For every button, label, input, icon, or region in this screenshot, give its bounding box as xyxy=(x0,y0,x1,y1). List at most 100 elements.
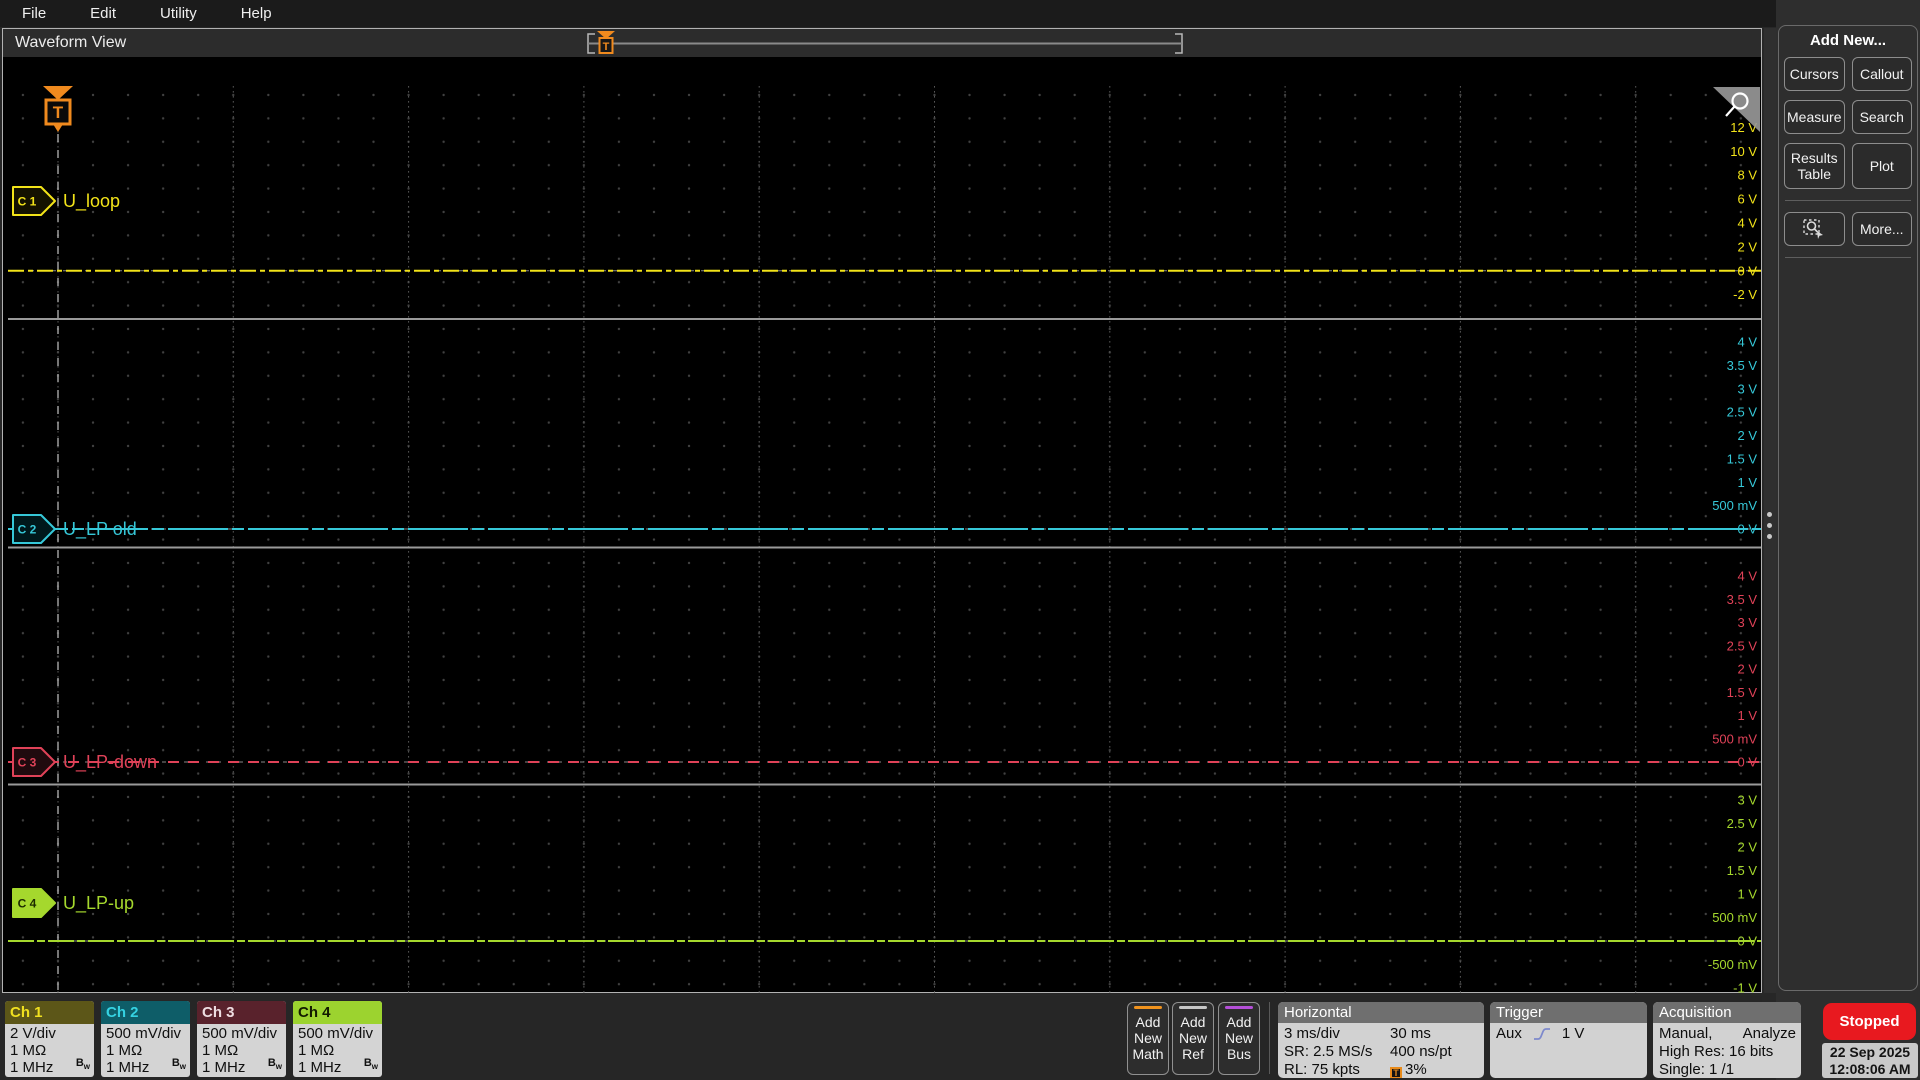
scale-label: 1.5 V xyxy=(1727,451,1758,466)
channel-label-c1[interactable]: U_loop xyxy=(63,191,120,212)
ch2-badge-header: Ch 2 xyxy=(101,1001,190,1024)
scale-label: 6 V xyxy=(1737,192,1757,207)
scale-label: 2 V xyxy=(1737,840,1757,855)
scale-label: 1.5 V xyxy=(1727,685,1758,700)
results-table-button[interactable]: Results Table xyxy=(1784,143,1845,189)
ch3-badge[interactable]: Ch 3 500 mV/div 1 MΩ 1 MHz Bw xyxy=(197,1001,286,1077)
rising-edge-icon xyxy=(1533,1028,1550,1040)
scale-label: 10 V xyxy=(1730,144,1757,159)
waveform-plot[interactable]: 12 V10 V8 V6 V4 V2 V0 V-2 VC 1 U_loop4 V3… xyxy=(8,86,1761,1020)
time-text: 12:08:06 AM xyxy=(1829,1061,1911,1077)
measure-button[interactable]: Measure xyxy=(1784,100,1845,134)
scale-label: 2.5 V xyxy=(1727,405,1758,420)
trigger-position-handle-icon[interactable]: T xyxy=(597,31,615,54)
scale-label: 3 V xyxy=(1737,381,1757,396)
svg-text:T: T xyxy=(53,103,64,122)
date-text: 22 Sep 2025 xyxy=(1829,1044,1911,1060)
more-button[interactable]: More... xyxy=(1851,212,1912,246)
horizontal-panel-title: Horizontal xyxy=(1278,1002,1484,1023)
menu-edit[interactable]: Edit xyxy=(90,5,116,22)
scale-label: 2.5 V xyxy=(1727,638,1758,653)
add-new-ref-button[interactable]: Add New Ref xyxy=(1172,1002,1214,1075)
ch3-badge-header: Ch 3 xyxy=(197,1001,286,1024)
acquisition-panel[interactable]: Acquisition Manual, Analyze High Res: 16 … xyxy=(1653,1002,1801,1078)
trigger-panel[interactable]: Trigger Aux 1 V xyxy=(1490,1002,1647,1078)
channel-label-c2[interactable]: U_LP old xyxy=(63,519,137,540)
scale-label: 2 V xyxy=(1737,428,1757,443)
scale-label: 2.5 V xyxy=(1727,816,1758,831)
scale-label: 2 V xyxy=(1737,662,1757,677)
splitter-handle-icon[interactable] xyxy=(1767,506,1772,545)
scale-label: 3 V xyxy=(1737,615,1757,630)
ch2-badge[interactable]: Ch 2 500 mV/div 1 MΩ 1 MHz Bw xyxy=(101,1001,190,1077)
waveform-view-panel: Waveform View T 12 V 10 V8 V6 V4 V2 V0 V-… xyxy=(2,28,1762,1019)
scale-label: 4 V xyxy=(1737,216,1757,231)
callout-button[interactable]: Callout xyxy=(1851,57,1912,91)
panel-splitter[interactable] xyxy=(1764,28,1776,993)
scale-label: 1 V xyxy=(1737,475,1757,490)
svg-text:C 3: C 3 xyxy=(18,756,37,770)
scale-label: 2 V xyxy=(1737,239,1757,254)
channel-label-c3[interactable]: U_LP-down xyxy=(63,752,157,773)
scale-label: 0 V xyxy=(1737,263,1757,278)
scale-label: -1 V xyxy=(1733,981,1757,996)
scale-label: 3.5 V xyxy=(1727,592,1758,607)
right-sidebar: Add New... Cursors Callout Measure Searc… xyxy=(1776,0,1920,1080)
menu-utility[interactable]: Utility xyxy=(160,5,197,22)
bus-accent xyxy=(1225,1006,1253,1009)
status-bar: Ch 1 2 V/div 1 MΩ 1 MHz Bw Ch 2 500 mV/d… xyxy=(0,996,1801,1080)
search-button[interactable]: Search xyxy=(1851,100,1912,134)
horizontal-position-indicator[interactable]: T xyxy=(585,31,1185,57)
acquisition-panel-title: Acquisition xyxy=(1653,1002,1801,1023)
zoom-select-icon xyxy=(1803,219,1824,239)
bandwidth-limit-icon: Bw xyxy=(171,1056,186,1071)
scale-label: 0 V xyxy=(1737,522,1757,537)
scale-label: 4 V xyxy=(1737,335,1757,350)
scale-label: 4 V xyxy=(1737,569,1757,584)
bandwidth-limit-icon: Bw xyxy=(267,1056,282,1071)
add-new-title: Add New... xyxy=(1809,32,1887,49)
svg-text:C 4: C 4 xyxy=(18,897,37,911)
scope-window: File Edit Utility Help Tektronix Wavefor… xyxy=(0,0,1920,1080)
ch3-badge-body: 500 mV/div 1 MΩ 1 MHz Bw xyxy=(202,1025,282,1076)
grid-dots xyxy=(8,86,1761,991)
scale-label: 500 mV xyxy=(1712,910,1757,925)
svg-text:T: T xyxy=(603,41,610,53)
trigger-panel-title: Trigger xyxy=(1490,1002,1647,1023)
scale-label: 3 V xyxy=(1737,793,1757,808)
scale-label: 1.5 V xyxy=(1727,863,1758,878)
scale-label: 3.5 V xyxy=(1727,358,1758,373)
cursors-button[interactable]: Cursors xyxy=(1784,57,1845,91)
plot-button[interactable]: Plot xyxy=(1851,143,1912,189)
trigger-t-icon: T xyxy=(1390,1067,1402,1078)
menu-file[interactable]: File xyxy=(22,5,46,22)
scale-label: 8 V xyxy=(1737,168,1757,183)
ch2-badge-body: 500 mV/div 1 MΩ 1 MHz Bw xyxy=(106,1025,186,1076)
svg-text:C 1: C 1 xyxy=(18,195,37,209)
ch1-badge-header: Ch 1 xyxy=(5,1001,94,1024)
bandwidth-limit-icon: Bw xyxy=(363,1056,378,1071)
divider xyxy=(1269,1002,1270,1074)
add-new-math-button[interactable]: Add New Math xyxy=(1127,1002,1169,1075)
run-state-badge[interactable]: Stopped xyxy=(1823,1003,1916,1040)
math-accent xyxy=(1134,1006,1162,1009)
scale-label: 1 V xyxy=(1737,887,1757,902)
menu-bar: File Edit Utility Help xyxy=(0,0,1920,27)
ch4-badge-body: 500 mV/div 1 MΩ 1 MHz Bw xyxy=(298,1025,378,1076)
add-new-group: Add New... Cursors Callout Measure Searc… xyxy=(1778,25,1918,991)
ref-accent xyxy=(1179,1006,1207,1009)
svg-text:C 2: C 2 xyxy=(18,523,37,537)
add-new-bus-button[interactable]: Add New Bus xyxy=(1218,1002,1260,1075)
ch1-badge-body: 2 V/div 1 MΩ 1 MHz Bw xyxy=(10,1025,90,1076)
scale-label: 0 V xyxy=(1737,755,1757,770)
menu-help[interactable]: Help xyxy=(241,5,272,22)
scale-label: 1 V xyxy=(1737,708,1757,723)
datetime-badge[interactable]: 22 Sep 2025 12:08:06 AM xyxy=(1822,1043,1918,1078)
bandwidth-limit-icon: Bw xyxy=(75,1056,90,1071)
channel-label-c4[interactable]: U_LP-up xyxy=(63,893,134,914)
scale-label: 500 mV xyxy=(1712,498,1757,513)
ch4-badge[interactable]: Ch 4 500 mV/div 1 MΩ 1 MHz Bw xyxy=(293,1001,382,1077)
ch1-badge[interactable]: Ch 1 2 V/div 1 MΩ 1 MHz Bw xyxy=(5,1001,94,1077)
horizontal-panel[interactable]: Horizontal 3 ms/div 30 ms SR: 2.5 MS/s 400… xyxy=(1278,1002,1484,1078)
zoom-select-button[interactable] xyxy=(1784,212,1845,246)
